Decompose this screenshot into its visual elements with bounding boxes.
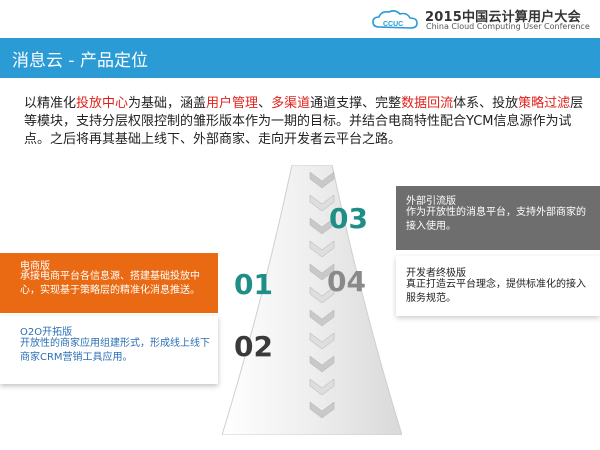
intro-highlight: 用户管理	[206, 96, 259, 111]
stage-04-number: 04	[327, 265, 366, 298]
stage-02-bar: O2O开拓版 开放性的商家应用组建形式，形成线上线下商家CRM营销工具应用。	[0, 316, 218, 384]
intro-highlight: 数据回流	[401, 96, 454, 111]
chevron-down-icon	[309, 401, 335, 419]
stage-03-number: 03	[329, 202, 368, 235]
stage-02-desc: 开放性的商家应用组建形式，形成线上线下商家CRM营销工具应用。	[20, 338, 210, 363]
stage-03-title: 外部引流版	[406, 196, 456, 207]
stage-03-bar: 外部引流版 作为开放性的消息平台，支持外部商家的接入使用。	[396, 186, 600, 250]
chevron-down-icon	[309, 172, 335, 189]
stage-01-bar: 电商版 承接电商平台各信息源、搭建基础投放中心，实现基于策略层的精准化消息推送。	[0, 253, 218, 313]
stage-02-number: 02	[234, 330, 273, 363]
stage-04-bar: 开发者终极版 真正打造云平台理念，提供标准化的接入服务规范。	[396, 256, 600, 316]
logo-text: CCUC	[383, 21, 403, 28]
stage-03-desc: 作为开放性的消息平台，支持外部商家的接入使用。	[406, 207, 586, 232]
intro-highlight: 策略过滤	[518, 96, 571, 111]
chevron-down-icon	[309, 355, 335, 373]
intro-text: 体系、投放	[453, 96, 519, 111]
ccuc-logo-icon: CCUC	[372, 10, 418, 29]
chevron-down-icon	[309, 240, 335, 258]
slide-title-bar: 消息云 - 产品定位	[0, 38, 600, 78]
conference-header: CCUC 2015中国云计算用户大会 China Cloud Computing…	[0, 0, 600, 38]
intro-paragraph: 以精准化投放中心为基础，涵盖用户管理、多渠道通道支撑、完整数据回流体系、投放策略…	[24, 95, 584, 149]
conference-title-en: China Cloud Computing User Conference	[426, 22, 590, 31]
stage-01-desc: 承接电商平台各信息源、搭建基础投放中心，实现基于策略层的精准化消息推送。	[20, 271, 200, 296]
chevron-down-icon	[309, 309, 335, 327]
stage-04-desc: 真正打造云平台理念，提供标准化的接入服务规范。	[406, 279, 586, 304]
slide-title: 消息云 - 产品定位	[12, 51, 148, 71]
intro-text: 以精准化	[24, 96, 77, 111]
intro-highlight: 多渠道	[271, 96, 311, 111]
stage-01-number: 01	[234, 268, 273, 301]
intro-highlight: 投放中心	[76, 96, 129, 111]
intro-text: 为基础，涵盖	[128, 96, 207, 111]
chevron-down-icon	[309, 332, 335, 350]
stage-04-title: 开发者终极版	[406, 268, 466, 279]
intro-text: 、	[258, 96, 272, 111]
intro-text: 通道支撑、完整	[310, 96, 402, 111]
stage-02-title: O2O开拓版	[20, 327, 73, 338]
chevron-down-icon	[309, 378, 335, 396]
